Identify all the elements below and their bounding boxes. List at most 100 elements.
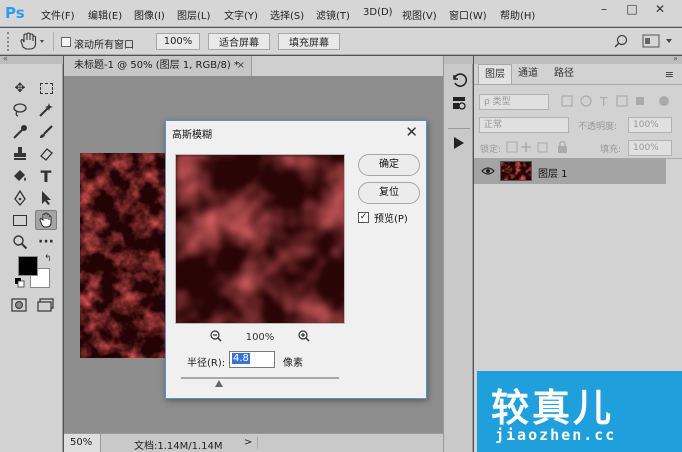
history-panel-icon[interactable] bbox=[451, 72, 468, 91]
eyedropper-tool-icon[interactable] bbox=[9, 122, 31, 142]
radius-input[interactable]: 4.8 bbox=[229, 351, 275, 368]
document-info: 文档:1.14M/1.14M bbox=[134, 441, 223, 452]
menu-edit[interactable]: 编辑(E) bbox=[88, 7, 122, 22]
actions-play-icon[interactable] bbox=[453, 136, 465, 153]
menu-help[interactable]: 帮助(H) bbox=[500, 7, 535, 22]
stamp-tool-icon[interactable] bbox=[9, 144, 31, 164]
grip-handle[interactable] bbox=[7, 32, 15, 51]
radius-slider-thumb[interactable] bbox=[214, 380, 223, 387]
close-window-button[interactable]: ✕ bbox=[646, 0, 674, 18]
swap-colors-icon[interactable]: ↰ bbox=[44, 254, 52, 264]
document-image[interactable] bbox=[80, 153, 166, 358]
document-tab[interactable]: 未标题-1 @ 50% (图层 1, RGB/8) * × bbox=[64, 56, 252, 76]
menu-type[interactable]: 文字(Y) bbox=[224, 7, 258, 22]
radius-slider-track[interactable] bbox=[181, 377, 339, 379]
layer-kind-filter[interactable]: ρ 类型 bbox=[479, 94, 549, 110]
preview-zoom-controls: 100% bbox=[210, 330, 310, 345]
radius-unit-label: 像素 bbox=[283, 358, 303, 369]
photoshop-logo: Ps bbox=[5, 4, 25, 22]
hand-tool-icon[interactable] bbox=[35, 210, 57, 230]
type-tool-icon[interactable]: T bbox=[35, 166, 57, 186]
layers-header: » bbox=[474, 54, 682, 64]
blend-mode-select[interactable]: 正常 bbox=[479, 117, 569, 133]
preview-checkbox[interactable]: ✓ bbox=[358, 212, 369, 223]
panel-menu-icon[interactable]: ≡ bbox=[665, 68, 674, 81]
path-select-tool-icon[interactable] bbox=[35, 188, 57, 208]
zoom-field[interactable]: 50% bbox=[64, 434, 101, 452]
brush-tool-icon[interactable] bbox=[35, 122, 57, 142]
search-icon[interactable] bbox=[614, 34, 628, 51]
status-bar: 50% 文档:1.14M/1.14M > bbox=[64, 433, 443, 452]
menu-window[interactable]: 窗口(W) bbox=[449, 7, 487, 22]
menu-file[interactable]: 文件(F) bbox=[41, 7, 75, 22]
menu-view[interactable]: 视图(V) bbox=[402, 7, 437, 22]
properties-panel-icon[interactable] bbox=[451, 95, 467, 114]
more-tools-icon[interactable]: ··· bbox=[35, 232, 57, 252]
fit-screen-button[interactable]: 适合屏幕 bbox=[208, 33, 270, 50]
dialog-close-icon[interactable]: ✕ bbox=[405, 123, 418, 141]
layer-row[interactable]: 图层 1 bbox=[474, 158, 666, 184]
eraser-tool-icon[interactable] bbox=[35, 144, 57, 164]
fill-input[interactable]: 100% bbox=[628, 140, 672, 156]
menu-layer[interactable]: 图层(L) bbox=[177, 7, 210, 22]
blur-preview[interactable] bbox=[175, 154, 345, 324]
reset-button[interactable]: 复位 bbox=[358, 182, 420, 204]
zoom-100-button[interactable]: 100% bbox=[156, 33, 200, 50]
zoom-in-icon[interactable] bbox=[298, 330, 310, 345]
move-tool-icon[interactable]: ✥ bbox=[9, 78, 31, 98]
panel-dock-strip bbox=[443, 56, 473, 452]
quick-mask-icon[interactable] bbox=[11, 298, 27, 315]
hand-tool-preset-icon[interactable] bbox=[18, 32, 48, 54]
watermark-text: 较真儿 bbox=[491, 386, 615, 430]
blend-mode-value: 正常 bbox=[484, 120, 503, 130]
opacity-input[interactable]: 100% bbox=[628, 117, 672, 133]
opacity-value: 100% bbox=[633, 120, 659, 130]
options-bar: 滚动所有窗口 100% 适合屏幕 填充屏幕 bbox=[0, 28, 682, 55]
zoom-tool-icon[interactable] bbox=[9, 232, 31, 252]
document-tab-title: 未标题-1 @ 50% (图层 1, RGB/8) * bbox=[74, 60, 239, 71]
workspace-icon[interactable] bbox=[642, 34, 676, 51]
zoom-out-icon[interactable] bbox=[210, 330, 222, 345]
magic-wand-tool-icon[interactable] bbox=[35, 100, 57, 120]
ok-button[interactable]: 确定 bbox=[358, 154, 420, 176]
dock-divider bbox=[448, 128, 470, 129]
preview-option[interactable]: ✓ 预览(P) bbox=[358, 210, 408, 225]
lock-icons[interactable] bbox=[506, 140, 586, 157]
menu-image[interactable]: 图像(I) bbox=[134, 7, 165, 22]
collapse-icon[interactable]: « bbox=[3, 54, 8, 63]
opacity-label: 不透明度: bbox=[578, 122, 618, 132]
scroll-all-label: 滚动所有窗口 bbox=[74, 40, 134, 51]
tab-layers[interactable]: 图层 bbox=[478, 64, 512, 84]
marquee-tool-icon[interactable] bbox=[35, 78, 57, 98]
rectangle-tool-icon[interactable] bbox=[9, 210, 31, 230]
menu-filter[interactable]: 滤镜(T) bbox=[316, 7, 350, 22]
menu-bar: Ps 文件(F) 编辑(E) 图像(I) 图层(L) 文字(Y) 选择(S) 滤… bbox=[0, 0, 682, 27]
menu-3d[interactable]: 3D(D) bbox=[363, 7, 393, 18]
bucket-tool-icon[interactable] bbox=[9, 166, 31, 186]
tools-header: « bbox=[0, 54, 63, 64]
tab-paths[interactable]: 路径 bbox=[548, 64, 580, 84]
maximize-button[interactable]: □ bbox=[618, 0, 646, 18]
scroll-all-checkbox[interactable] bbox=[61, 37, 71, 47]
fill-label: 填充: bbox=[600, 145, 622, 155]
close-document-icon[interactable]: × bbox=[237, 56, 245, 76]
pen-tool-icon[interactable] bbox=[9, 188, 31, 208]
default-colors-icon[interactable] bbox=[15, 278, 25, 291]
tab-channels[interactable]: 通道 bbox=[512, 64, 544, 84]
dialog-title: 高斯模糊 bbox=[172, 130, 212, 141]
menu-select[interactable]: 选择(S) bbox=[270, 7, 304, 22]
preview-zoom-level: 100% bbox=[245, 332, 275, 343]
foreground-color-swatch[interactable] bbox=[18, 256, 38, 276]
layer-name[interactable]: 图层 1 bbox=[538, 165, 568, 180]
visibility-eye-icon[interactable] bbox=[481, 166, 495, 179]
horizontal-scrollbar[interactable] bbox=[257, 437, 442, 449]
minimize-button[interactable]: – bbox=[590, 0, 618, 18]
status-menu-arrow-icon[interactable]: > bbox=[244, 437, 252, 448]
collapse-panel-icon[interactable]: » bbox=[673, 54, 678, 63]
fill-value: 100% bbox=[633, 143, 659, 153]
radius-value: 4.8 bbox=[232, 353, 250, 364]
screen-mode-icon[interactable] bbox=[37, 298, 55, 315]
lasso-tool-icon[interactable] bbox=[9, 100, 31, 120]
fill-screen-button[interactable]: 填充屏幕 bbox=[278, 33, 340, 50]
dock-header bbox=[444, 56, 473, 64]
